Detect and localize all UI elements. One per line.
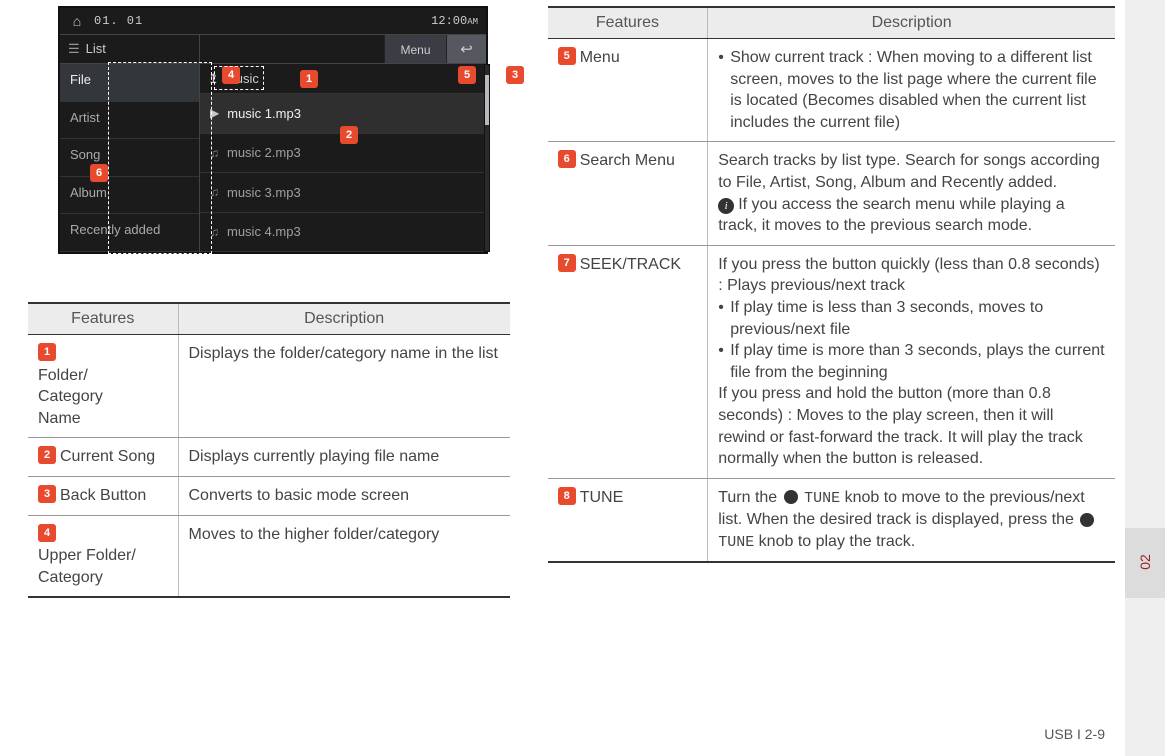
sidebar-item-album[interactable]: Album: [60, 177, 199, 215]
list-label: ☰List: [60, 35, 200, 63]
col-description: Description: [708, 7, 1115, 39]
feature-name: SEEK/TRACK: [580, 254, 681, 276]
tune-knob-icon: [1080, 513, 1094, 527]
table-row: 7SEEK/TRACK If you press the button quic…: [548, 245, 1115, 478]
info-icon: i: [718, 198, 734, 214]
sidebar-item-recent[interactable]: Recently added: [60, 214, 199, 252]
scrollbar-thumb[interactable]: [485, 75, 489, 125]
num-badge: 7: [558, 254, 576, 272]
feature-desc: Displays currently playing file name: [178, 438, 510, 477]
status-date: 01. 01: [94, 14, 431, 28]
callout-1: 1: [300, 70, 318, 88]
menu-button[interactable]: Menu: [384, 35, 446, 63]
table-row: 4 Upper Folder/ Category Moves to the hig…: [28, 515, 510, 597]
sidebar-item-artist[interactable]: Artist: [60, 102, 199, 140]
feature-desc: Displays the folder/category name in the…: [178, 335, 510, 438]
back-button[interactable]: ↩: [446, 35, 486, 63]
feature-name: Upper Folder/ Category: [38, 545, 148, 588]
track-row[interactable]: ♫music 4.mp3: [200, 213, 486, 253]
infotainment-screenshot: ⌂ 01. 01 12:00AM ☰List Menu ↩ File Artis…: [58, 6, 488, 254]
col-features: Features: [548, 7, 708, 39]
breadcrumb[interactable]: ↥ Music: [200, 64, 486, 94]
table-row: 1 Folder/ Category Name Displays the fold…: [28, 335, 510, 438]
feature-desc: Turn the TUNE knob to move to the previo…: [708, 478, 1115, 562]
num-badge: 8: [558, 487, 576, 505]
category-sidebar: File Artist Song Album Recently added: [60, 64, 200, 252]
callout-5: 5: [458, 66, 476, 84]
col-features: Features: [28, 303, 178, 335]
section-tab-strip: 02: [1125, 0, 1165, 756]
feature-desc: If you press the button quickly (less th…: [708, 245, 1115, 478]
page-footer: USB I 2-9: [1044, 726, 1105, 742]
play-icon: ▶: [210, 106, 219, 120]
scrollbar[interactable]: [484, 64, 490, 252]
table-row: 8TUNE Turn the TUNE knob to move to the …: [548, 478, 1115, 562]
table-row: 5Menu Show current track : When moving t…: [548, 39, 1115, 142]
num-badge: 5: [558, 47, 576, 65]
feature-name: Current Song: [60, 446, 155, 468]
up-folder-icon: ↥: [208, 71, 219, 87]
table-row: 2Current Song Displays currently playing…: [28, 438, 510, 477]
num-badge: 1: [38, 343, 56, 361]
status-bar: ⌂ 01. 01 12:00AM: [60, 8, 486, 34]
table-row: 3Back Button Converts to basic mode scre…: [28, 476, 510, 515]
sidebar-item-song[interactable]: Song: [60, 139, 199, 177]
feature-desc: Search tracks by list type. Search for s…: [708, 142, 1115, 245]
feature-desc: Show current track : When moving to a di…: [708, 39, 1115, 142]
feature-name: TUNE: [580, 487, 624, 509]
feature-name: Search Menu: [580, 150, 675, 172]
tune-knob-icon: [784, 490, 798, 504]
feature-name: Menu: [580, 47, 620, 69]
feature-desc: Moves to the higher folder/category: [178, 515, 510, 597]
status-time: 12:00AM: [431, 14, 486, 28]
num-badge: 2: [38, 446, 56, 464]
callout-2: 2: [340, 126, 358, 144]
col-description: Description: [178, 303, 510, 335]
feature-name: Back Button: [60, 485, 146, 507]
table-row: 6Search Menu Search tracks by list type.…: [548, 142, 1115, 245]
music-note-icon: ♫: [210, 146, 219, 160]
music-note-icon: ♫: [210, 225, 219, 239]
music-note-icon: ♫: [210, 185, 219, 199]
num-badge: 4: [38, 524, 56, 542]
home-icon: ⌂: [60, 13, 94, 29]
features-table-left: Features Description 1 Folder/ Category N…: [28, 302, 510, 598]
track-row[interactable]: ♫music 3.mp3: [200, 173, 486, 213]
num-badge: 3: [38, 485, 56, 503]
feature-name: Folder/ Category Name: [38, 365, 148, 430]
callout-6: 6: [90, 164, 108, 182]
sidebar-item-file[interactable]: File: [60, 64, 199, 102]
feature-desc: Converts to basic mode screen: [178, 476, 510, 515]
num-badge: 6: [558, 150, 576, 168]
features-table-right: Features Description 5Menu Show current …: [548, 6, 1115, 563]
list-header: ☰List Menu ↩: [60, 34, 486, 64]
callout-4: 4: [222, 66, 240, 84]
section-number: 02: [1137, 542, 1153, 582]
callout-3: 3: [506, 66, 524, 84]
